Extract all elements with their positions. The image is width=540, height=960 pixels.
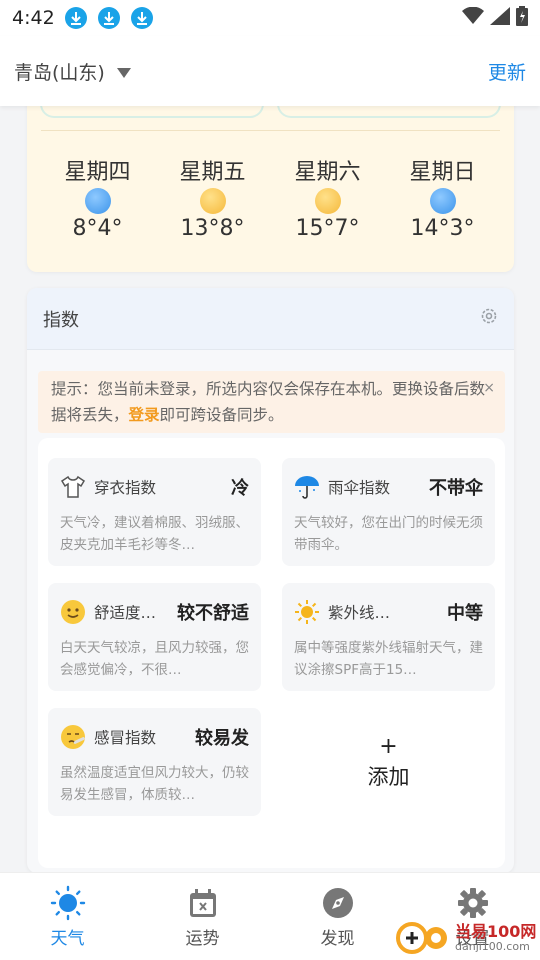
tile-level: 较易发 [195,728,249,749]
tile-description: 虽然温度适宜但风力较大，仍较易发生感冒，体质较… [60,765,249,803]
forecast-day[interactable]: 星期六 15°7° [270,154,385,241]
forecast-days: 星期四 8°4° 星期五 13°8° 星期六 15°7° 星期日 14°3° [27,154,514,241]
forecast-day[interactable]: 星期四 8°4° [40,154,155,241]
index-header: 指数 [27,288,514,350]
nav-item-fortune[interactable]: 运势 [135,873,270,960]
status-time: 4:42 [12,7,55,29]
tile-level: 冷 [231,478,249,499]
index-tile-comfort[interactable]: 舒适度… 较不舒适 白天天气较凉，且风力较强，您会感觉偏冷，不很… [48,583,261,691]
tile-description: 天气冷，建议着棉服、羽绒服、皮夹克加羊毛衫等冬… [60,515,249,553]
notice-text-tail: 即可跨设备同步。 [159,406,284,424]
day-temperature: 8°4° [72,216,123,241]
add-index-button[interactable]: + 添加 [282,708,495,816]
nav-label: 发现 [320,929,355,949]
tile-name: 紫外线… [328,604,391,622]
wifi-icon [462,6,484,29]
watermark-text: 当易100网 [455,922,537,941]
sunny-icon [199,188,226,214]
download-icon [130,7,153,29]
sick-face-icon [60,724,86,750]
tile-name: 感冒指数 [94,729,157,747]
nav-label: 天气 [50,929,85,949]
umbrella-icon [294,474,320,500]
index-tile-cold[interactable]: 感冒指数 较易发 虽然温度适宜但风力较大，仍较易发生感冒，体质较… [48,708,261,816]
day-name: 星期六 [294,160,361,185]
index-tile-clothing[interactable]: 穿衣指数 冷 天气冷，建议着棉服、羽绒服、皮夹克加羊毛衫等冬… [48,458,261,566]
day-temperature: 14°3° [410,216,475,241]
close-icon[interactable]: × [483,375,495,401]
day-temperature: 15°7° [295,216,360,241]
city-name: 青岛(山东) [14,61,105,84]
gear-icon [457,886,489,920]
forecast-card: 星期四 8°4° 星期五 13°8° 星期六 15°7° 星期日 14°3° [27,90,514,272]
tile-name: 舒适度… [94,604,157,622]
compass-icon [322,886,354,920]
sun-icon [294,599,320,625]
tile-description: 天气较好，您在出门的时候无须带雨伞。 [294,515,483,553]
index-tile-uv[interactable]: 紫外线… 中等 属中等强度紫外线辐射天气，建议涂擦SPF高于15… [282,583,495,691]
overcast-icon [84,188,111,214]
tile-description: 属中等强度紫外线辐射天气，建议涂擦SPF高于15… [294,640,483,678]
tile-level: 较不舒适 [177,603,249,624]
nav-item-weather[interactable]: 天气 [0,873,135,960]
sun-icon [50,885,86,921]
index-panel: 穿衣指数 冷 天气冷，建议着棉服、羽绒服、皮夹克加羊毛衫等冬… 雨伞指数 不带伞… [38,438,505,868]
day-name: 星期五 [179,160,246,185]
smiley-icon [60,599,86,625]
watermark-subtext: danji100.com [455,940,530,953]
nav-label: 运势 [185,929,220,949]
calendar-icon [188,886,218,920]
index-title: 指数 [43,309,79,331]
add-label: 添加 [367,764,410,789]
update-button[interactable]: 更新 [488,58,526,85]
status-indicators [462,6,528,30]
forecast-day[interactable]: 星期五 13°8° [155,154,270,241]
login-notice: 提示：您当前未登录，所选内容仅会保存在本机。更换设备后数据将丢失，登录即可跨设备… [38,371,505,433]
index-card: 指数 提示：您当前未登录，所选内容仅会保存在本机。更换设备后数据将丢失，登录即可… [27,288,514,873]
forecast-day[interactable]: 星期日 14°3° [385,154,500,241]
tile-name: 穿衣指数 [94,479,157,497]
app-header: 青岛(山东) 更新 [0,36,540,106]
plus-icon: + [379,733,398,759]
sunny-icon [314,188,341,214]
tile-level: 不带伞 [429,478,483,499]
login-link[interactable]: 登录 [129,406,160,424]
status-bar: 4:42 [0,0,540,36]
gear-icon[interactable] [480,307,498,330]
nav-item-discover[interactable]: 发现 [270,873,405,960]
day-name: 星期四 [64,160,131,185]
signal-icon [490,7,510,29]
tile-description: 白天天气较凉，且风力较强，您会感觉偏冷，不很… [60,640,249,678]
city-selector[interactable]: 青岛(山东) [14,58,131,85]
tile-level: 中等 [447,603,483,624]
watermark-logo [396,914,452,958]
shirt-icon [60,474,86,500]
day-name: 星期日 [409,160,476,185]
tile-name: 雨伞指数 [328,479,391,497]
battery-icon [516,6,528,30]
overcast-icon [429,188,456,214]
index-tile-umbrella[interactable]: 雨伞指数 不带伞 天气较好，您在出门的时候无须带雨伞。 [282,458,495,566]
divider [41,130,500,131]
download-icon [64,7,87,29]
chevron-down-icon [116,68,131,78]
download-icon [97,7,120,29]
day-temperature: 13°8° [180,216,245,241]
